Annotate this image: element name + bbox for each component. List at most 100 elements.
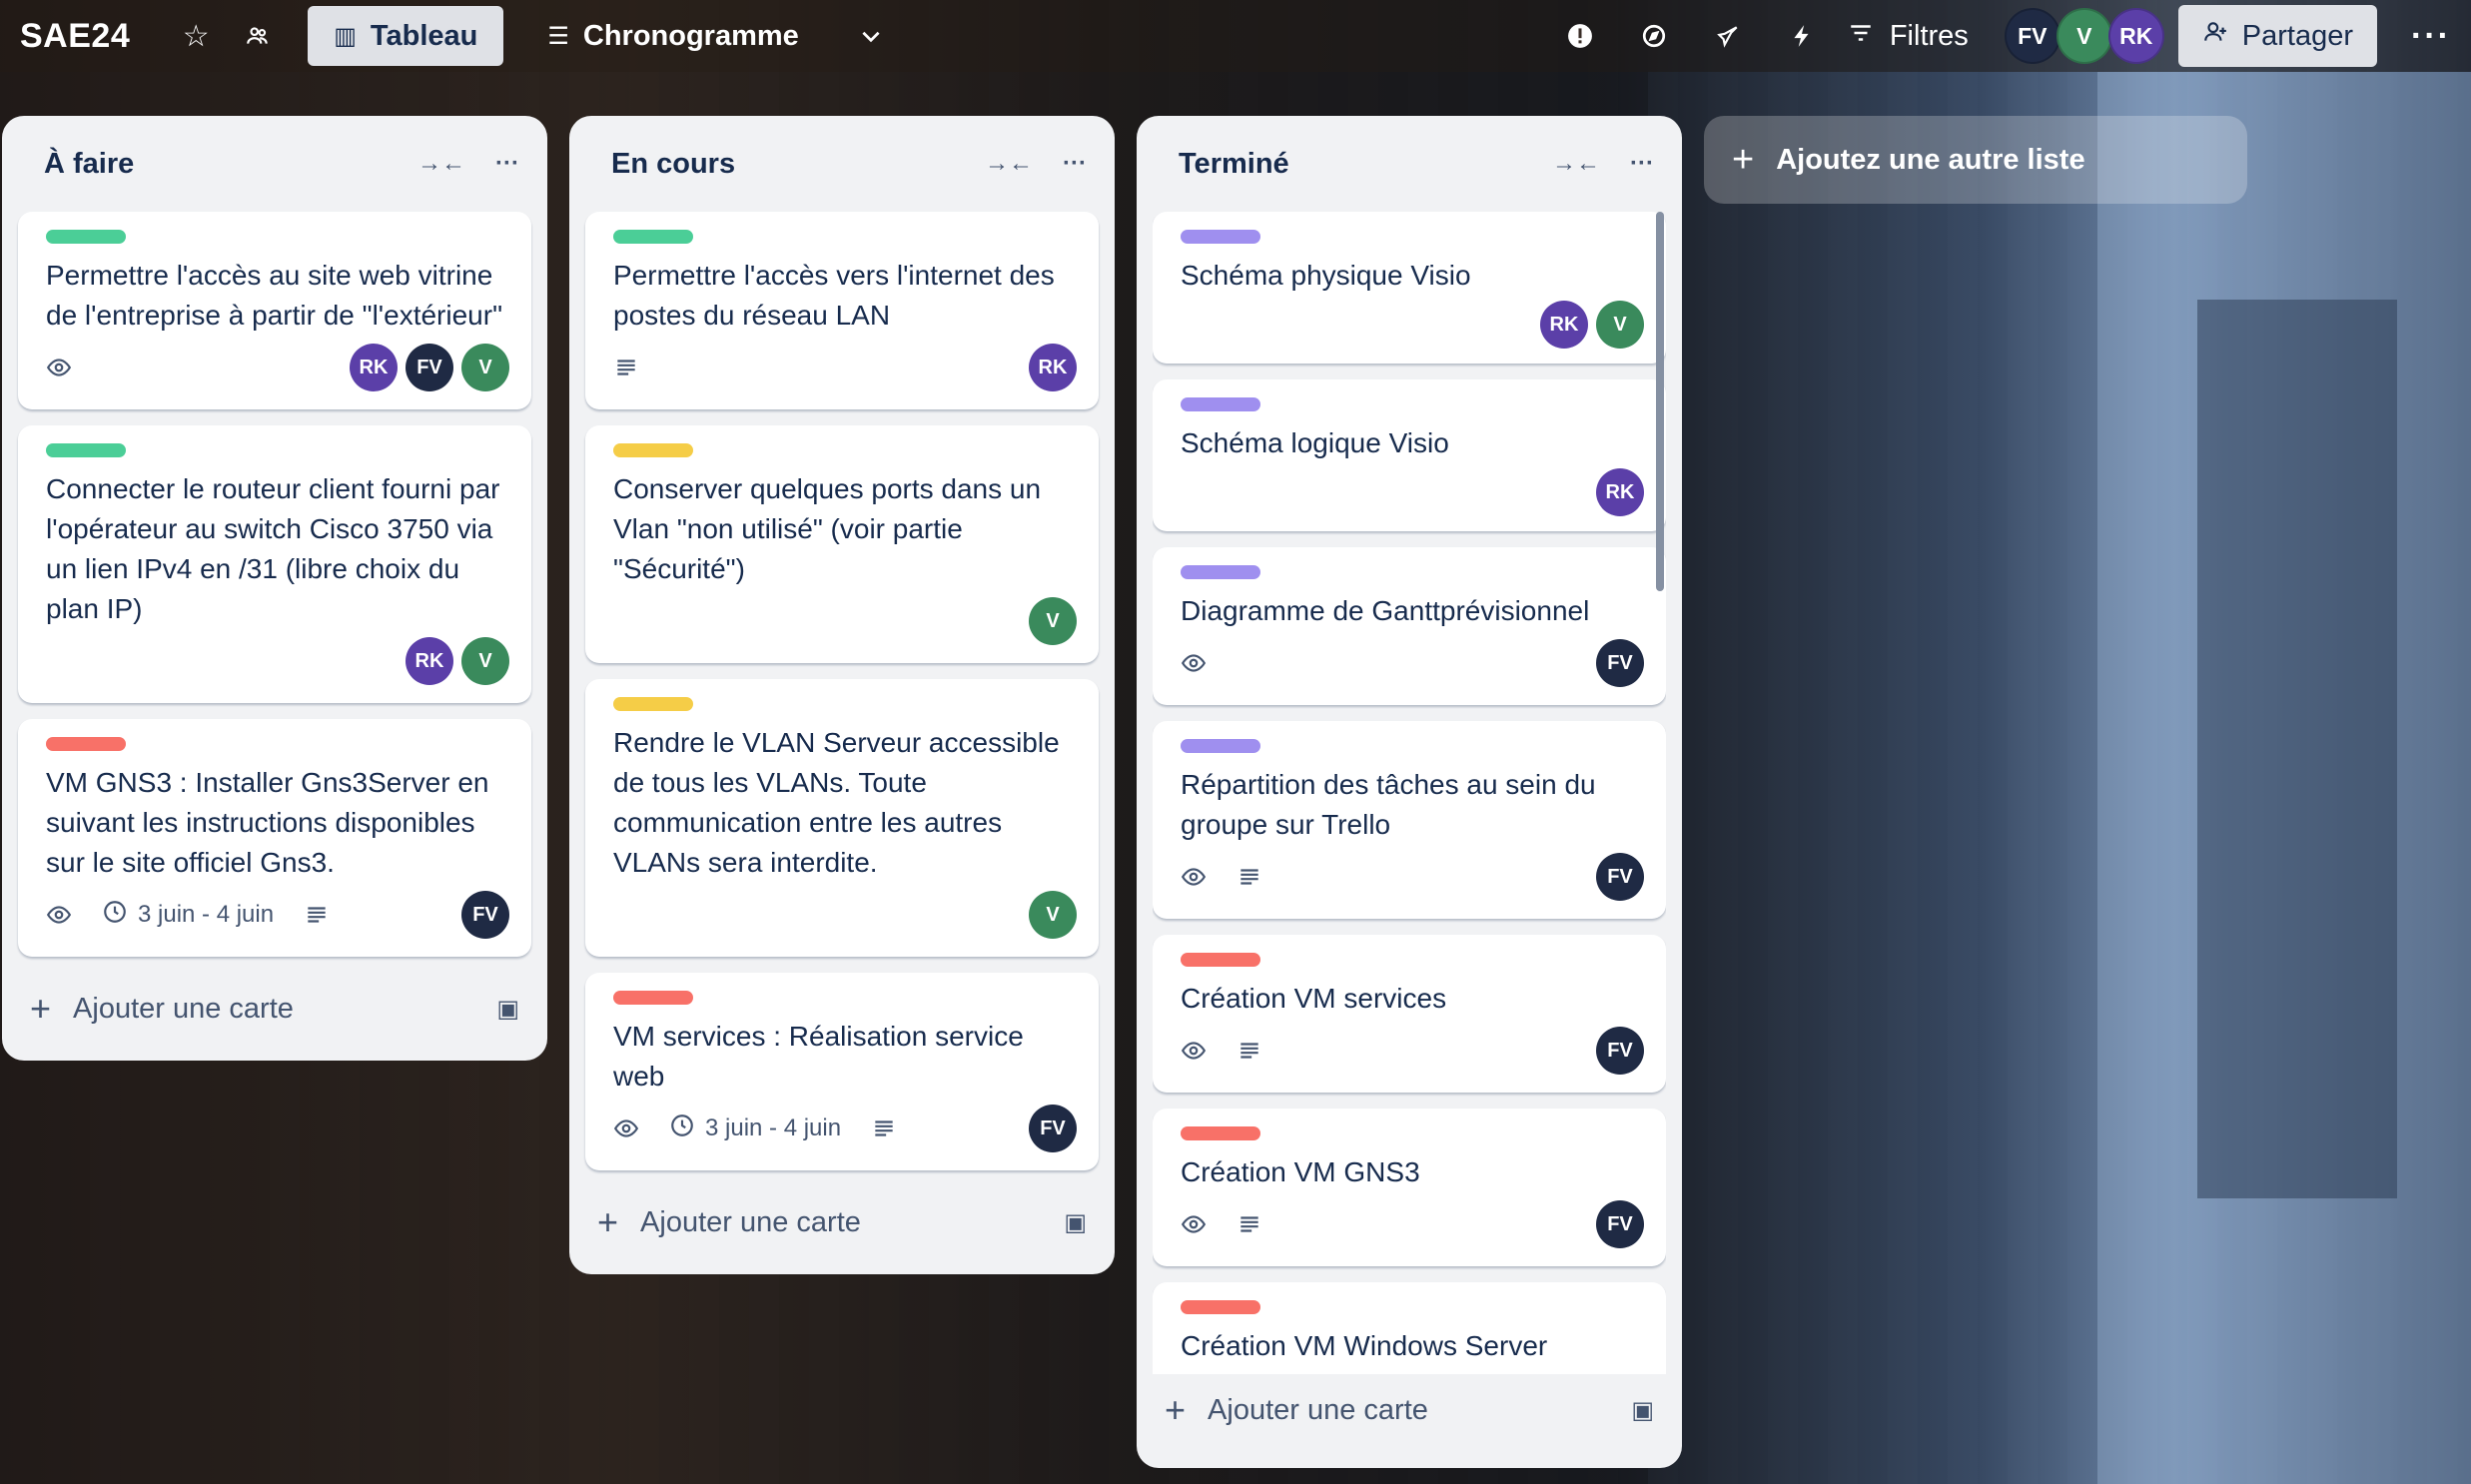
card-label[interactable]: [1181, 1300, 1260, 1314]
clock-icon: [102, 899, 128, 932]
avatar[interactable]: FV: [461, 891, 509, 939]
card-label[interactable]: [1181, 953, 1260, 967]
avatar[interactable]: V: [2056, 8, 2112, 64]
card-title: VM services : Réalisation service web: [613, 1021, 1024, 1092]
avatar[interactable]: RK: [1540, 301, 1588, 349]
avatar[interactable]: FV: [1596, 853, 1644, 901]
card-title: Création VM GNS3: [1181, 1156, 1420, 1187]
card-title: VM GNS3 : Installer Gns3Server en suivan…: [46, 767, 489, 878]
add-card-button[interactable]: + Ajouter une carte ▣: [1153, 1374, 1666, 1446]
due-date-badge[interactable]: 3 juin - 4 juin: [669, 1113, 841, 1145]
card-label[interactable]: [46, 443, 126, 457]
scrollbar[interactable]: [1656, 212, 1664, 591]
avatar[interactable]: V: [1596, 301, 1644, 349]
share-button[interactable]: Partager: [2177, 5, 2378, 67]
card-title: Rendre le VLAN Serveur accessible de tou…: [613, 727, 1060, 878]
card[interactable]: Création VM Windows Server: [1153, 1282, 1666, 1374]
card[interactable]: Rendre le VLAN Serveur accessible de tou…: [585, 679, 1099, 957]
template-icon[interactable]: ▣: [1064, 1208, 1087, 1237]
avatar[interactable]: RK: [2107, 8, 2164, 64]
board-title[interactable]: SAE24: [20, 17, 130, 56]
card[interactable]: Création VM services FV: [1153, 935, 1666, 1093]
star-icon[interactable]: ☆: [168, 8, 224, 64]
collapse-icon[interactable]: →←: [417, 150, 465, 178]
avatar[interactable]: RK: [1596, 468, 1644, 516]
chevron-down-icon[interactable]: [843, 8, 899, 64]
card[interactable]: Permettre l'accès vers l'internet des po…: [585, 212, 1099, 409]
card[interactable]: Connecter le routeur client fourni par l…: [18, 425, 531, 703]
card-label[interactable]: [613, 697, 693, 711]
add-list-label: Ajoutez une autre liste: [1776, 143, 2085, 176]
avatar[interactable]: RK: [350, 344, 398, 391]
due-date-badge[interactable]: 3 juin - 4 juin: [102, 899, 274, 932]
avatar[interactable]: FV: [2004, 8, 2060, 64]
card-label[interactable]: [1181, 230, 1260, 244]
collapse-icon[interactable]: →←: [985, 150, 1033, 178]
rocket-icon[interactable]: [1700, 8, 1756, 64]
card-label[interactable]: [1181, 397, 1260, 411]
view-tableau-button[interactable]: ▥ Tableau: [308, 6, 504, 66]
visibility-icon[interactable]: [230, 8, 286, 64]
more-icon[interactable]: ···: [1630, 150, 1654, 178]
view-chronogramme-button[interactable]: ☰ Chronogramme: [521, 6, 824, 66]
avatar[interactable]: V: [461, 344, 509, 391]
share-label: Partager: [2241, 19, 2354, 52]
list-title[interactable]: En cours: [611, 148, 955, 181]
card[interactable]: VM services : Réalisation service web 3 …: [585, 973, 1099, 1170]
card-label[interactable]: [1181, 739, 1260, 753]
avatar[interactable]: V: [461, 637, 509, 685]
watch-icon: [613, 1115, 639, 1141]
template-icon[interactable]: ▣: [1631, 1396, 1654, 1425]
list-title[interactable]: Terminé: [1179, 148, 1522, 181]
board-members: FV V RK: [2004, 8, 2164, 64]
avatar[interactable]: FV: [1596, 1027, 1644, 1075]
alert-icon[interactable]: [1552, 8, 1608, 64]
board-icon: ▥: [334, 22, 357, 50]
compass-icon[interactable]: [1626, 8, 1682, 64]
list-title[interactable]: À faire: [44, 148, 388, 181]
avatar[interactable]: FV: [1596, 639, 1644, 687]
card-title: Connecter le routeur client fourni par l…: [46, 473, 500, 624]
add-card-label: Ajouter une carte: [1208, 1393, 1428, 1426]
avatar[interactable]: RK: [1029, 344, 1077, 391]
avatar[interactable]: FV: [1596, 1200, 1644, 1248]
card-scroll-area[interactable]: Schéma physique Visio RK V Schéma logiqu…: [1153, 212, 1666, 1374]
collapse-icon[interactable]: →←: [1552, 150, 1600, 178]
timeline-icon: ☰: [547, 22, 569, 50]
card[interactable]: VM GNS3 : Installer Gns3Server en suivan…: [18, 719, 531, 957]
list-header: À faire →← ···: [18, 116, 531, 212]
watch-icon: [1181, 864, 1207, 890]
more-icon[interactable]: ···: [2411, 17, 2451, 56]
card-label[interactable]: [613, 230, 693, 244]
card[interactable]: Schéma logique Visio RK: [1153, 379, 1666, 531]
card-label[interactable]: [1181, 1126, 1260, 1140]
card[interactable]: Diagramme de Ganttprévisionnel FV: [1153, 547, 1666, 705]
card-title: Répartition des tâches au sein du groupe…: [1181, 769, 1596, 840]
card-label[interactable]: [46, 737, 126, 751]
card-title: Schéma logique Visio: [1181, 427, 1449, 458]
card[interactable]: Conserver quelques ports dans un Vlan "n…: [585, 425, 1099, 663]
avatar[interactable]: V: [1029, 891, 1077, 939]
add-card-button[interactable]: + Ajouter une carte ▣: [18, 973, 531, 1045]
automation-icon[interactable]: [1774, 8, 1830, 64]
more-icon[interactable]: ···: [495, 150, 519, 178]
card-label[interactable]: [613, 991, 693, 1005]
card-label[interactable]: [46, 230, 126, 244]
card[interactable]: Schéma physique Visio RK V: [1153, 212, 1666, 364]
filter-button[interactable]: Filtres: [1848, 20, 1969, 53]
add-card-button[interactable]: + Ajouter une carte ▣: [585, 1186, 1099, 1258]
card-label[interactable]: [1181, 565, 1260, 579]
plus-icon: +: [1165, 1389, 1187, 1430]
avatar[interactable]: RK: [406, 637, 453, 685]
card[interactable]: Répartition des tâches au sein du groupe…: [1153, 721, 1666, 919]
template-icon[interactable]: ▣: [496, 995, 519, 1024]
more-icon[interactable]: ···: [1063, 150, 1087, 178]
avatar[interactable]: FV: [406, 344, 453, 391]
add-list-button[interactable]: + Ajoutez une autre liste: [1704, 116, 2247, 204]
card-label[interactable]: [613, 443, 693, 457]
card[interactable]: Création VM GNS3 FV: [1153, 1109, 1666, 1266]
list-a-faire: À faire →← ··· Permettre l'accès au site…: [2, 116, 547, 1061]
avatar[interactable]: V: [1029, 597, 1077, 645]
avatar[interactable]: FV: [1029, 1105, 1077, 1152]
card[interactable]: Permettre l'accès au site web vitrine de…: [18, 212, 531, 409]
